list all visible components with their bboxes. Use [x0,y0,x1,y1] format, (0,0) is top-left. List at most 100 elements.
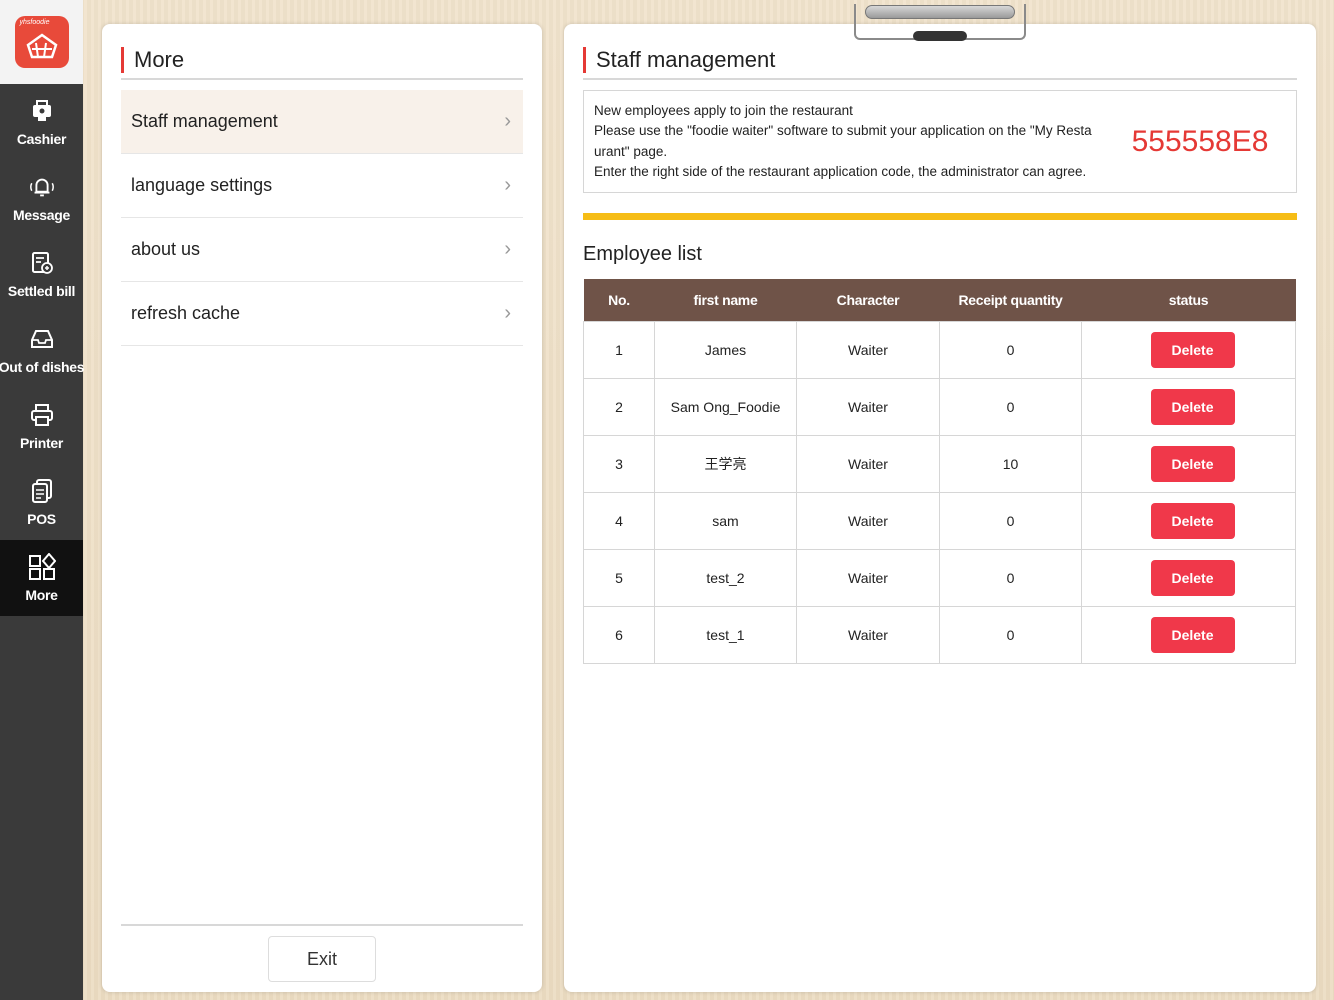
cell-no: 2 [583,377,655,436]
cell-quantity: 0 [939,320,1082,379]
nav-label: Settled bill [7,283,76,299]
column-header: Receipt quantity [939,279,1082,321]
chevron-right-icon: › [504,302,511,324]
cell-no: 5 [583,548,655,607]
column-header: Character [796,279,940,321]
clipboard-clip-bar [865,5,1015,19]
cell-name: sam [654,491,797,550]
tray-icon [28,325,56,353]
delete-button[interactable]: Delete [1150,445,1235,482]
left-footer: Exit [121,924,523,992]
cell-status: Delete [1081,548,1296,607]
info-line: Please use the "foodie waiter" software … [594,123,1092,159]
table-row: 1 James Waiter 0 Delete [583,320,1296,379]
menu-item-label: refresh cache [131,303,241,323]
nav-settled-bill[interactable]: Settled bill [0,236,83,312]
cell-name: test_2 [654,548,797,607]
application-info-box: New employees apply to join the restaura… [583,90,1297,193]
title-accent-bar [121,47,124,73]
staff-title: Staff management [596,47,776,72]
info-line: New employees apply to join the restaura… [594,102,853,118]
cell-status: Delete [1081,377,1296,436]
table-header-row: No. first name Character Receipt quantit… [583,279,1296,321]
table-row: 4 sam Waiter 0 Delete [583,491,1296,550]
panel-title: More [121,42,523,80]
delete-button[interactable]: Delete [1150,388,1235,425]
cell-status: Delete [1081,320,1296,379]
nav-more[interactable]: More [0,540,83,616]
cell-no: 6 [583,605,655,664]
grid-icon [28,553,56,581]
cell-quantity: 0 [939,548,1082,607]
cell-no: 1 [583,320,655,379]
cell-name: James [654,320,797,379]
more-panel: More Staff management › language setting… [102,24,542,992]
divider-bar [583,213,1297,220]
cell-quantity: 10 [939,434,1082,493]
pos-icon [28,477,56,505]
cell-status: Delete [1081,605,1296,664]
cell-status: Delete [1081,434,1296,493]
cell-name: 王学亮 [654,434,797,493]
cashier-icon [28,97,56,125]
delete-button[interactable]: Delete [1150,559,1235,596]
table-row: 5 test_2 Waiter 0 Delete [583,548,1296,607]
cell-name: Sam Ong_Foodie [654,377,797,436]
menu-item-label: language settings [131,175,273,195]
chevron-right-icon: › [504,174,511,196]
info-text: New employees apply to join the restaura… [594,101,1114,183]
delete-button[interactable]: Delete [1150,616,1235,653]
printer-icon [28,401,56,429]
chevron-right-icon: › [504,110,511,132]
nav-cashier[interactable]: Cashier [0,84,83,160]
menu-item-language-settings[interactable]: language settings › [121,154,523,218]
nav-label: Cashier [16,131,67,147]
menu-item-refresh-cache[interactable]: refresh cache › [121,282,523,346]
menu-item-label: about us [131,239,201,259]
cell-character: Waiter [796,491,940,550]
title-accent-bar [583,47,586,73]
nav-label: Message [12,207,71,223]
info-line: Enter the right side of the restaurant a… [594,164,1087,179]
sidebar: yhsfoodie Cashier Message Settled bill O… [0,0,85,1000]
menu-item-staff-management[interactable]: Staff management › [121,90,523,154]
table-row: 2 Sam Ong_Foodie Waiter 0 Delete [583,377,1296,436]
cell-no: 3 [583,434,655,493]
delete-button[interactable]: Delete [1150,502,1235,539]
menu-item-label: Staff management [131,111,278,131]
nav-out-of-dishes[interactable]: Out of dishes [0,312,85,388]
column-header: first name [654,279,797,321]
nav-label: Printer [19,435,64,451]
bell-icon [28,173,56,201]
clipboard-clip-knob [913,31,967,41]
logo-text: yhsfoodie [19,19,50,26]
logo-icon [26,33,57,59]
more-title: More [134,47,185,72]
column-header: status [1081,279,1296,321]
employee-table: No. first name Character Receipt quantit… [583,279,1296,664]
cell-no: 4 [583,491,655,550]
cell-character: Waiter [796,605,940,664]
restaurant-application-code: 555558E8 [1131,124,1269,158]
column-header: No. [583,279,655,321]
cell-character: Waiter [796,434,940,493]
menu-item-about-us[interactable]: about us › [121,218,523,282]
employee-list-title: Employee list [583,243,702,265]
delete-button[interactable]: Delete [1150,331,1235,368]
cell-quantity: 0 [939,491,1082,550]
chevron-right-icon: › [504,238,511,260]
nav-message[interactable]: Message [0,160,83,236]
nav-printer[interactable]: Printer [0,388,83,464]
nav-pos[interactable]: POS [0,464,83,540]
app-logo[interactable]: yhsfoodie [14,16,69,68]
cell-status: Delete [1081,491,1296,550]
table-row: 6 test_1 Waiter 0 Delete [583,605,1296,664]
nav-label: POS [27,511,56,527]
cell-quantity: 0 [939,605,1082,664]
cell-name: test_1 [654,605,797,664]
table-row: 3 王学亮 Waiter 10 Delete [583,434,1296,493]
cell-character: Waiter [796,548,940,607]
more-menu: Staff management › language settings › a… [121,90,523,346]
cell-character: Waiter [796,320,940,379]
exit-button[interactable]: Exit [268,936,376,982]
